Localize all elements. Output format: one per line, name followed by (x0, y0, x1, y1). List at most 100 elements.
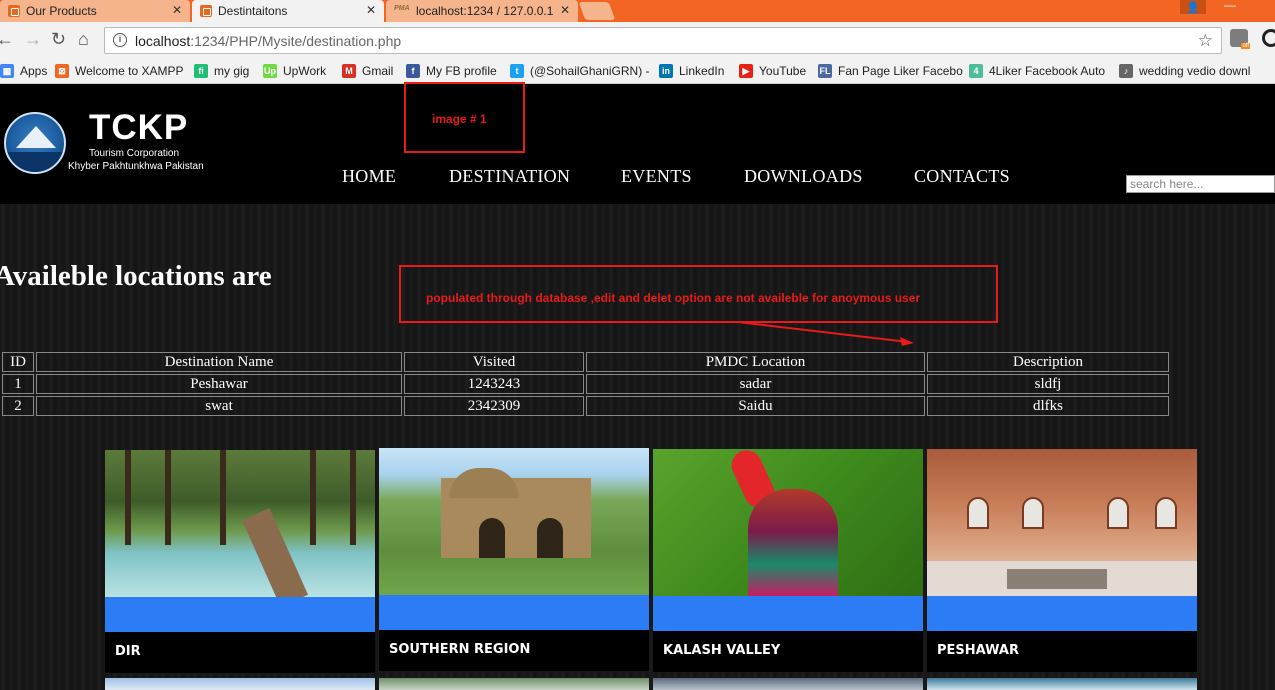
search-input[interactable] (1126, 175, 1275, 193)
bookmark-label: (@SohailGhaniGRN) - (530, 64, 650, 78)
card-band (105, 597, 375, 632)
southern-region-photo[interactable] (379, 448, 649, 595)
bookmark-item[interactable]: 4 4Liker Facebook Auto (969, 62, 1105, 80)
table-header-row: ID Destination Name Visited PMDC Locatio… (2, 352, 1169, 372)
close-icon[interactable]: ✕ (560, 3, 570, 17)
nav-downloads[interactable]: DOWNLOADS (744, 166, 863, 187)
bookmark-item[interactable]: t (@SohailGhaniGRN) - (510, 62, 650, 80)
bookmark-item[interactable]: FL Fan Page Liker Facebo (818, 62, 963, 80)
destination-card-southern-region[interactable]: SOUTHERN REGION (379, 448, 649, 671)
bookmark-item[interactable]: M Gmail (342, 62, 393, 80)
address-bar[interactable]: i localhost:1234/PHP/Mysite/destination.… (104, 27, 1222, 54)
bookmark-item[interactable]: ▶ YouTube (739, 62, 806, 80)
profile-icon[interactable]: 👤 (1180, 0, 1206, 14)
card-label[interactable]: PESHAWAR (937, 643, 1019, 658)
wedding-icon: ♪ (1119, 64, 1133, 78)
next-card-row[interactable] (653, 678, 923, 690)
window (1155, 497, 1177, 529)
dir-photo[interactable] (105, 450, 375, 597)
card-band (379, 595, 649, 630)
phpmyadmin-icon: PMA (394, 5, 410, 12)
page-title: Availeble locations are (0, 260, 272, 292)
card-band (653, 596, 923, 631)
reload-icon[interactable]: ↻ (51, 30, 66, 48)
card-label[interactable]: KALASH VALLEY (663, 643, 780, 658)
cell-visited: 2342309 (404, 396, 584, 416)
extension-icon[interactable]: off (1230, 29, 1250, 49)
card-label[interactable]: SOUTHERN REGION (389, 642, 530, 657)
nav-events[interactable]: EVENTS (621, 166, 692, 187)
xampp-icon (200, 5, 212, 17)
forward-arrow-icon[interactable]: → (24, 30, 42, 48)
annotation-db-note: populated through database ,edit and del… (426, 291, 921, 305)
url-text[interactable]: localhost:1234/PHP/Mysite/destination.ph… (135, 33, 401, 49)
bookmark-item[interactable]: ♪ wedding vedio downl (1119, 62, 1250, 80)
bookmark-item[interactable]: ⊠ Welcome to XAMPP (55, 62, 183, 80)
arch (537, 518, 563, 558)
cell-location: Saidu (586, 396, 925, 416)
tab-title: localhost:1234 / 127.0.0.1 (416, 4, 554, 18)
destination-card-dir[interactable]: DIR (105, 450, 375, 673)
nav-contacts[interactable]: CONTACTS (914, 166, 1010, 187)
nav-home[interactable]: HOME (342, 166, 396, 187)
col-header-visited: Visited (404, 352, 584, 372)
home-icon[interactable]: ⌂ (78, 30, 89, 48)
bookmark-label: YouTube (759, 64, 807, 78)
liker-icon: 4 (969, 64, 983, 78)
locations-table: ID Destination Name Visited PMDC Locatio… (0, 350, 1171, 418)
destination-card-peshawar[interactable]: PESHAWAR (927, 449, 1197, 672)
window (1022, 497, 1044, 529)
twitter-icon: t (510, 64, 524, 78)
youtube-icon: ▶ (739, 64, 753, 78)
tab-our-products[interactable]: Our Products ✕ (0, 0, 190, 22)
info-icon[interactable]: i (113, 33, 127, 47)
peshawar-photo[interactable] (927, 449, 1197, 596)
close-icon[interactable]: ✕ (366, 3, 376, 17)
cell-name: Peshawar (36, 374, 402, 394)
nav-destination[interactable]: DESTINATION (449, 166, 570, 187)
annotation-arrow-icon (737, 321, 914, 346)
card-band (927, 596, 1197, 631)
window-control[interactable] (1248, 0, 1275, 14)
destination-cards: DIR SOUTHERN REGION KALASH VALLEY PESHAW… (105, 448, 1197, 690)
upwork-icon: Up (263, 64, 277, 78)
close-icon[interactable]: ✕ (172, 3, 182, 17)
bookmark-star-icon[interactable]: ☆ (1198, 31, 1213, 51)
destination-card-kalash-valley[interactable]: KALASH VALLEY (653, 449, 923, 672)
kalash-valley-photo[interactable] (653, 449, 923, 596)
tab-title: Destintaitons (218, 4, 288, 18)
cell-location: sadar (586, 374, 925, 394)
xampp-icon: ⊠ (55, 64, 69, 78)
browser-toolbar: ← → ↻ ⌂ i localhost:1234/PHP/Mysite/dest… (0, 22, 1275, 58)
bookmark-item[interactable]: f My FB profile (406, 62, 497, 80)
next-card-row[interactable] (379, 678, 649, 690)
next-card-row[interactable] (927, 678, 1197, 690)
bookmark-label: Gmail (362, 64, 394, 78)
cell-name: swat (36, 396, 402, 416)
cell-description: dlfks (927, 396, 1169, 416)
tab-phpmyadmin[interactable]: PMA localhost:1234 / 127.0.0.1 ✕ (386, 0, 578, 22)
bookmark-label: Apps (20, 64, 48, 78)
next-card-row[interactable] (105, 678, 375, 690)
tree (125, 450, 131, 545)
bookmark-item[interactable]: Up UpWork (263, 62, 326, 80)
url-path: :1234/PHP/Mysite/destination.php (190, 33, 402, 49)
window (1107, 497, 1129, 529)
bookmark-item[interactable]: ▦ Apps (0, 62, 47, 80)
minimize-icon[interactable]: — (1218, 0, 1242, 14)
back-arrow-icon[interactable]: ← (0, 30, 14, 48)
site-logo[interactable] (4, 112, 66, 174)
extension-spinner-icon[interactable] (1262, 29, 1275, 47)
card-label[interactable]: DIR (115, 644, 141, 659)
cell-id: 2 (2, 396, 34, 416)
dome (449, 468, 519, 498)
tab-destinations[interactable]: Destintaitons ✕ (192, 0, 384, 22)
arch (479, 518, 505, 558)
facebook-icon: f (406, 64, 420, 78)
bookmark-item[interactable]: fi my gig (194, 62, 249, 80)
bookmark-label: UpWork (283, 64, 327, 78)
bookmark-item[interactable]: in LinkedIn (659, 62, 724, 80)
new-tab-button[interactable] (578, 2, 616, 20)
annotation-image-label: image # 1 (432, 112, 487, 126)
tree (165, 450, 171, 545)
